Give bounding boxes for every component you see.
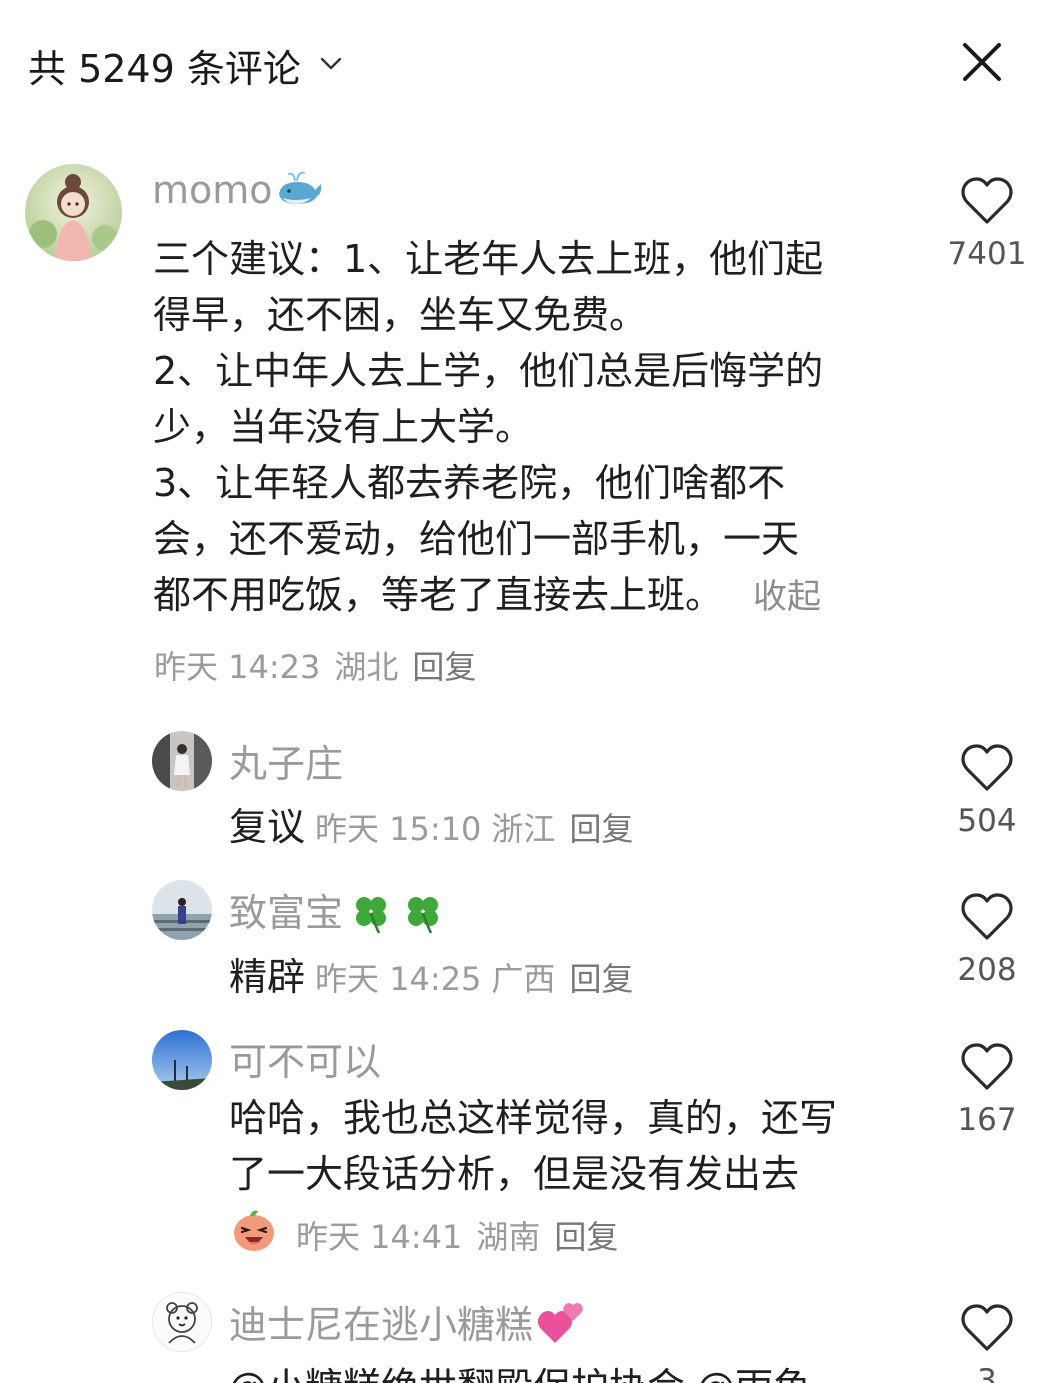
reply-username[interactable]: 迪士尼在逃小糖糕 (229, 1294, 585, 1349)
reply-body: 精辟 昨天 14:25 广西 回复 (229, 946, 633, 1001)
comment-line: 三个建议：1、让老年人去上班，他们起 (153, 237, 824, 281)
avatar[interactable] (152, 1292, 212, 1352)
comment-line-last: 都不用吃饭，等老了直接去上班。 收起 (153, 573, 822, 617)
reply-time: 昨天 15:10 (315, 810, 482, 848)
like-button[interactable]: 208 (947, 892, 1027, 988)
reply-text: 精辟 (229, 955, 306, 999)
avatar[interactable] (152, 731, 212, 791)
comment-time: 昨天 14:23 (154, 648, 321, 686)
reply-line: 了一大段话分析，但是没有发出去 (229, 1152, 800, 1196)
chevron-down-icon[interactable] (318, 50, 344, 76)
reply-button[interactable]: 回复 (569, 960, 633, 998)
like-button[interactable]: 504 (947, 743, 1027, 839)
comment-body: 三个建议：1、让老年人去上班，他们起 得早，还不困，坐车又免费。 2、让中年人去… (153, 231, 913, 623)
reply-meta: 昨天 14:41 湖南 回复 (296, 1212, 618, 1258)
clover-icon (408, 896, 439, 934)
reply-body: 哈哈，我也总这样觉得，真的，还写 了一大段话分析，但是没有发出去 (229, 1090, 929, 1202)
like-count: 7401 (947, 236, 1027, 272)
avatar[interactable] (25, 164, 122, 261)
reply-body: 复议 昨天 15:10 浙江 回复 (229, 796, 633, 851)
reply-button[interactable]: 回复 (554, 1218, 618, 1256)
collapse-link[interactable]: 收起 (753, 577, 821, 617)
comment-line: 少，当年没有上大学。 (153, 405, 534, 449)
reply-button[interactable]: 回复 (412, 648, 476, 686)
like-button[interactable]: 3 (947, 1303, 1027, 1383)
heart-icon[interactable] (960, 892, 1014, 942)
like-count: 208 (957, 952, 1017, 988)
like-count: 504 (957, 803, 1017, 839)
whale-emoji-icon (278, 171, 321, 204)
close-icon[interactable] (958, 38, 1006, 86)
comment-line: 得早，还不困，坐车又免费。 (153, 293, 648, 337)
laughing-sticker-icon (234, 1210, 274, 1251)
avatar[interactable] (152, 880, 212, 940)
reply-text: 复议 (229, 805, 306, 849)
reply-location: 广西 (491, 960, 556, 998)
reply-time: 昨天 14:25 (315, 960, 482, 998)
reply-time: 昨天 14:41 (296, 1218, 463, 1256)
like-count: 167 (957, 1102, 1017, 1138)
reply-body: @小糖糕绝世翻殿保护协会 @雨鱼 (229, 1356, 811, 1383)
comment-count-title: 共 5249 条评论 (28, 47, 301, 91)
heart-icon[interactable] (960, 1303, 1014, 1353)
two-hearts-icon (537, 1302, 583, 1343)
reply-button[interactable]: 回复 (569, 810, 633, 848)
like-button[interactable]: 167 (947, 1042, 1027, 1138)
comment-line: 会，还不爱动，给他们一部手机，一天 (153, 517, 800, 561)
heart-icon[interactable] (960, 743, 1014, 793)
comment-meta: 昨天 14:23 湖北 回复 (154, 642, 476, 688)
comment-line: 2、让中年人去上学，他们总是后悔学的 (153, 349, 824, 393)
reply-location: 湖南 (476, 1218, 541, 1256)
reply-username[interactable]: 致富宝 (229, 882, 445, 937)
avatar[interactable] (152, 1030, 212, 1090)
comment-username[interactable]: momo (152, 168, 325, 212)
reply-username[interactable]: 丸子庄 (229, 733, 343, 788)
like-count: 3 (977, 1363, 997, 1383)
heart-icon[interactable] (960, 1042, 1014, 1092)
heart-icon[interactable] (960, 176, 1014, 226)
reply-line: 哈哈，我也总这样觉得，真的，还写 (229, 1096, 838, 1140)
reply-text: @小糖糕绝世翻殿保护协会 @雨鱼 (229, 1365, 811, 1383)
reply-location: 浙江 (491, 810, 556, 848)
comment-line: 3、让年轻人都去养老院，他们啥都不 (153, 461, 786, 505)
clover-icon (356, 896, 387, 934)
comment-location: 湖北 (334, 648, 399, 686)
reply-username[interactable]: 可不可以 (229, 1031, 381, 1086)
like-button[interactable]: 7401 (947, 176, 1027, 272)
comments-header: 共 5249 条评论 (0, 0, 1037, 125)
